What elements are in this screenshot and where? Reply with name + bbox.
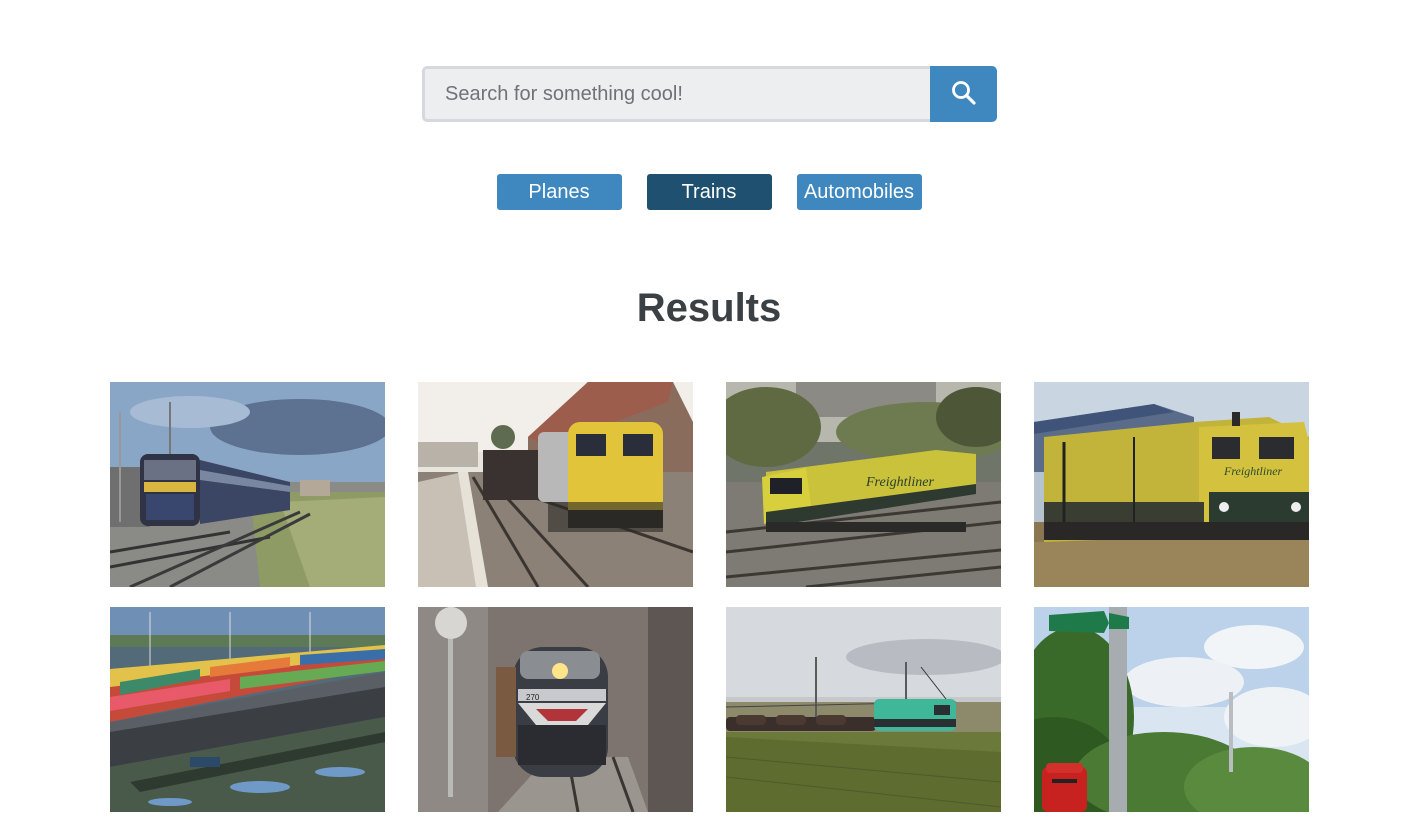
search-bar — [422, 66, 997, 122]
category-filter: Planes Trains Automobiles — [0, 174, 1418, 210]
result-image-6[interactable]: 270 — [418, 607, 693, 812]
results-heading: Results — [636, 286, 782, 330]
result-image-4[interactable]: Freightliner — [1034, 382, 1309, 587]
svg-text:270: 270 — [526, 693, 540, 702]
search-button[interactable] — [930, 66, 997, 122]
category-automobiles-button[interactable]: Automobiles — [796, 174, 922, 210]
page: Planes Trains Automobiles Results — [0, 0, 1418, 820]
svg-text:Freightliner: Freightliner — [865, 475, 934, 490]
category-planes-button[interactable]: Planes — [496, 174, 622, 210]
result-image-7[interactable] — [726, 607, 1001, 812]
result-image-5[interactable] — [110, 607, 385, 812]
result-image-1[interactable] — [110, 382, 385, 587]
result-image-2[interactable] — [418, 382, 693, 587]
search-input[interactable] — [422, 66, 930, 122]
results-grid: Freightliner Freightliner 270 — [110, 382, 1310, 812]
svg-text:Freightliner: Freightliner — [1223, 464, 1283, 478]
result-image-8[interactable] — [1034, 607, 1309, 812]
result-image-3[interactable]: Freightliner — [726, 382, 1001, 587]
search-icon — [951, 80, 977, 109]
category-trains-button[interactable]: Trains — [646, 174, 772, 210]
